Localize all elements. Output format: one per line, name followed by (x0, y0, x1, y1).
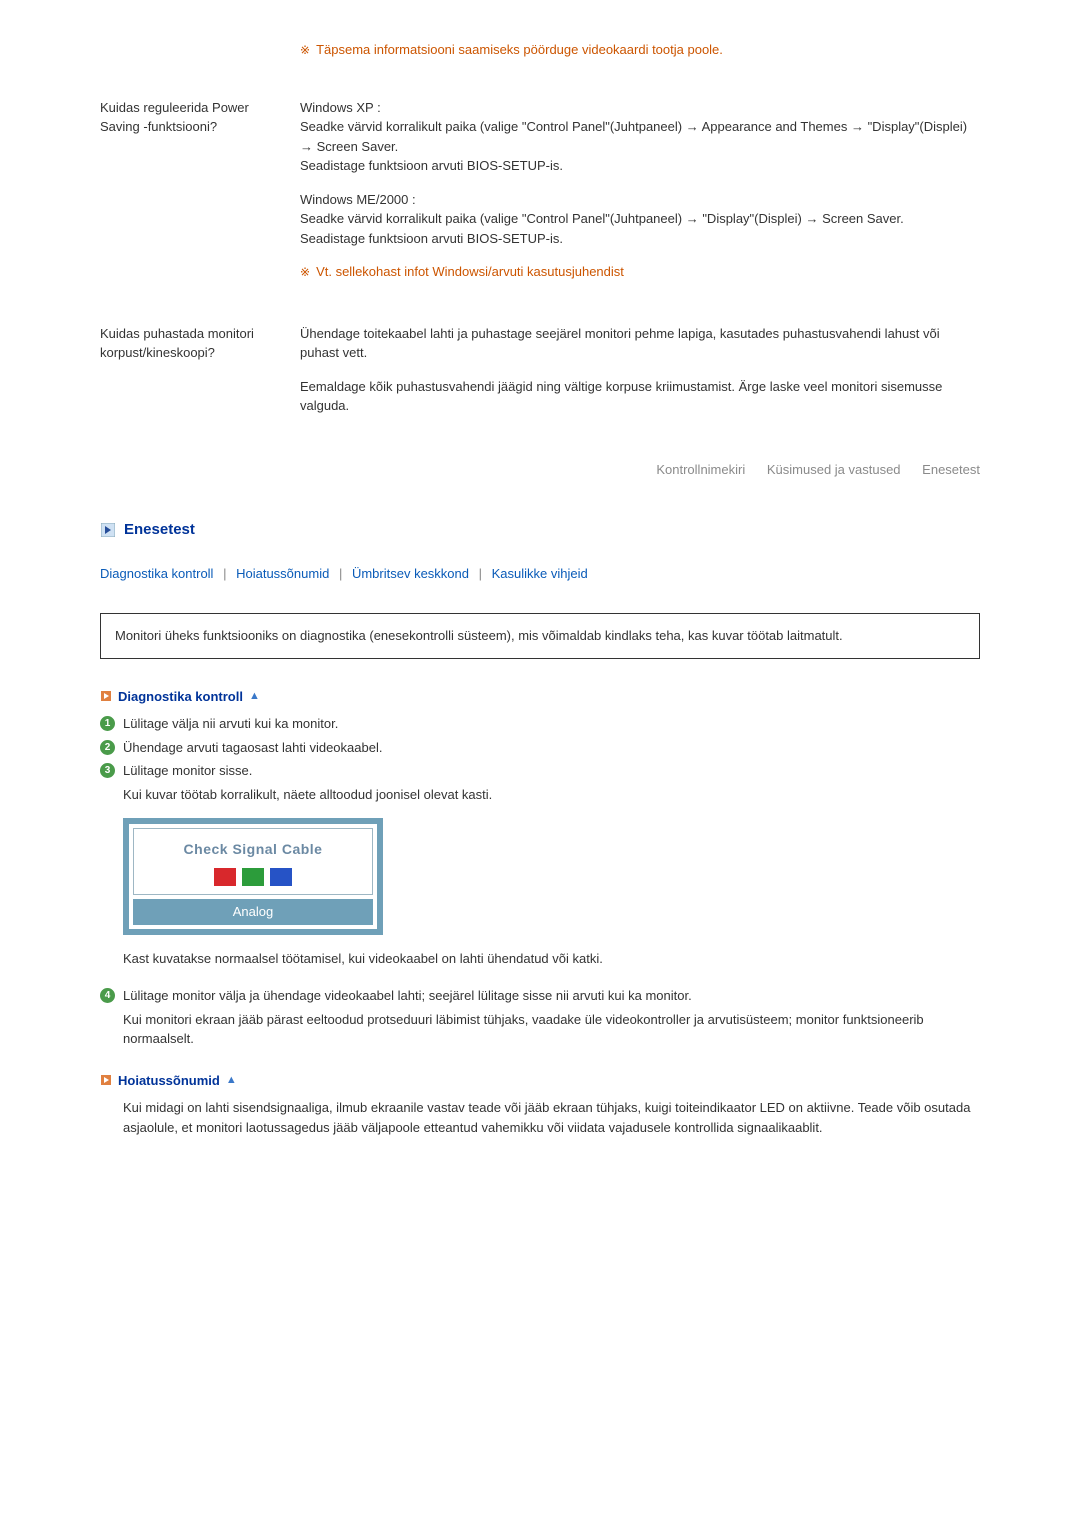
blue-square (270, 868, 292, 886)
diag-steps: 1 Lülitage välja nii arvuti kui ka monit… (100, 714, 980, 781)
green-square (242, 868, 264, 886)
answer-block: Ühendage toitekaabel lahti ja puhastage … (300, 324, 980, 363)
link-vihjed[interactable]: Kasulikke vihjeid (492, 566, 588, 581)
diag-step4: 4 Lülitage monitor välja ja ühendage vid… (100, 986, 980, 1006)
list-item: 4 Lülitage monitor välja ja ühendage vid… (100, 986, 980, 1006)
qa-answer: ※ Täpsema informatsiooni saamiseks pöörd… (300, 40, 980, 74)
qa-answer: Ühendage toitekaabel lahti ja puhastage … (300, 324, 980, 430)
link-hoiatus[interactable]: Hoiatussõnumid (236, 566, 329, 581)
list-item: 1 Lülitage välja nii arvuti kui ka monit… (100, 714, 980, 734)
cable-footer: Analog (133, 899, 373, 925)
answer-block: Eemaldage kõik puhastusvahendi jäägid ni… (300, 377, 980, 416)
page-tabs: Kontrollnimekiri Küsimused ja vastused E… (100, 460, 980, 480)
diag-heading-text: Diagnostika kontroll (118, 687, 243, 707)
bullet-icon (100, 690, 112, 702)
qa-answer: Windows XP : Seadke värvid korralikult p… (300, 98, 980, 296)
link-keskkond[interactable]: Ümbritsev keskkond (352, 566, 469, 581)
warn-heading-text: Hoiatussõnumid (118, 1071, 220, 1091)
qa-question: Kuidas reguleerida Power Saving -funktsi… (100, 98, 300, 296)
link-diagnostika[interactable]: Diagnostika kontroll (100, 566, 213, 581)
qa-note: ※ Vt. sellekohast infot Windowsi/arvuti … (300, 262, 980, 282)
note-icon: ※ (300, 41, 310, 59)
separator: | (479, 566, 482, 581)
step4-subtext: Kui monitori ekraan jääb pärast eeltoodu… (123, 1010, 980, 1049)
anchor-links: Diagnostika kontroll | Hoiatussõnumid | … (100, 564, 980, 584)
step-badge-1: 1 (100, 716, 115, 731)
qa-row: ※ Täpsema informatsiooni saamiseks pöörd… (100, 40, 980, 74)
separator: | (339, 566, 342, 581)
step-text: Ühendage arvuti tagaosast lahti videokaa… (123, 738, 382, 758)
qa-note: ※ Täpsema informatsiooni saamiseks pöörd… (300, 40, 980, 60)
step3-subtext: Kui kuvar töötab korralikult, näete allt… (123, 785, 980, 805)
separator: | (223, 566, 226, 581)
step-text: Lülitage monitor välja ja ühendage video… (123, 986, 692, 1006)
step-badge-2: 2 (100, 740, 115, 755)
qa-question (100, 40, 300, 74)
warn-text: Kui midagi on lahti sisendsignaaliga, il… (123, 1098, 980, 1137)
list-item: 3 Lülitage monitor sisse. (100, 761, 980, 781)
bullet-icon (100, 1074, 112, 1086)
warn-heading: Hoiatussõnumid ▲ (100, 1071, 980, 1091)
note-text: Täpsema informatsiooni saamiseks pöördug… (316, 40, 723, 60)
intro-text: Monitori üheks funktsiooniks on diagnost… (115, 628, 843, 643)
qa-row: Kuidas reguleerida Power Saving -funktsi… (100, 98, 980, 296)
list-item: 2 Ühendage arvuti tagaosast lahti videok… (100, 738, 980, 758)
step-text: Lülitage monitor sisse. (123, 761, 252, 781)
answer-block: Windows ME/2000 : Seadke värvid korralik… (300, 190, 980, 249)
red-square (214, 868, 236, 886)
step-text: Lülitage välja nii arvuti kui ka monitor… (123, 714, 338, 734)
tab-enesetest[interactable]: Enesetest (922, 462, 980, 477)
check-signal-cable-box: Check Signal Cable Analog (123, 818, 383, 935)
tab-kusimused[interactable]: Küsimused ja vastused (767, 462, 901, 477)
up-arrow-icon[interactable]: ▲ (226, 1072, 237, 1089)
note-text: Vt. sellekohast infot Windowsi/arvuti ka… (316, 262, 624, 282)
note-icon: ※ (300, 263, 310, 281)
cable-title: Check Signal Cable (140, 839, 366, 860)
arrow-right-icon (100, 522, 116, 538)
qa-row: Kuidas puhastada monitori korpust/kinesk… (100, 324, 980, 430)
up-arrow-icon[interactable]: ▲ (249, 688, 260, 705)
after-image-text: Kast kuvatakse normaalsel töötamisel, ku… (123, 949, 980, 969)
section-heading: Enesetest (100, 519, 980, 542)
diag-heading: Diagnostika kontroll ▲ (100, 687, 980, 707)
qa-question: Kuidas puhastada monitori korpust/kinesk… (100, 324, 300, 430)
intro-box: Monitori üheks funktsiooniks on diagnost… (100, 613, 980, 659)
qa-section: ※ Täpsema informatsiooni saamiseks pöörd… (100, 40, 980, 430)
rgb-squares (140, 868, 366, 886)
cable-inner: Check Signal Cable (133, 828, 373, 895)
section-title: Enesetest (124, 519, 195, 542)
step-badge-3: 3 (100, 763, 115, 778)
answer-block: Windows XP : Seadke värvid korralikult p… (300, 98, 980, 176)
tab-kontrollnimekiri[interactable]: Kontrollnimekiri (656, 462, 745, 477)
step-badge-4: 4 (100, 988, 115, 1003)
